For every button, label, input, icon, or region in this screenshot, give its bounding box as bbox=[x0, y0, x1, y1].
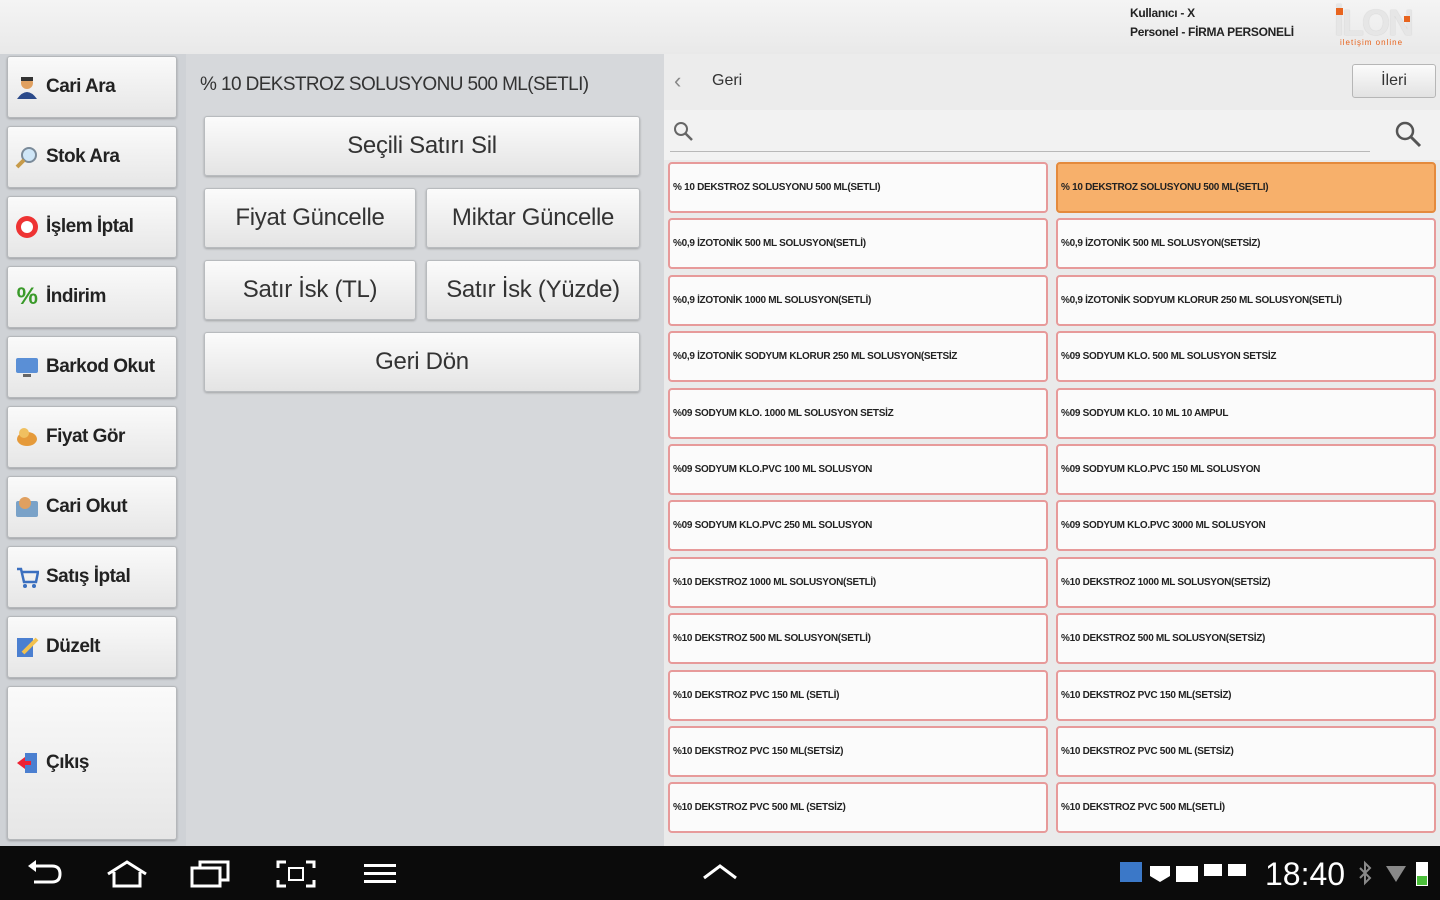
product-cell[interactable]: %09 SODYUM KLO.PVC 3000 ML SOLUSYON bbox=[1056, 500, 1436, 552]
percent-icon: % bbox=[16, 283, 38, 310]
product-cell[interactable]: %09 SODYUM KLO. 500 ML SOLUSYON SETSİZ bbox=[1056, 331, 1436, 383]
logo-text: İLON bbox=[1334, 2, 1414, 43]
system-clock: 18:40 bbox=[1265, 856, 1346, 892]
product-cell[interactable]: %10 DEKSTROZ PVC 500 ML (SETSİZ) bbox=[1056, 726, 1436, 777]
selected-product-title: % 10 DEKSTROZ SOLUSYONU 500 ML(SETLI) bbox=[200, 74, 589, 95]
wifi-icon bbox=[1384, 860, 1408, 893]
sidebar-item-label: Cari Ara bbox=[46, 76, 116, 97]
customer-scan-icon bbox=[14, 494, 40, 520]
product-cell[interactable]: %10 DEKSTROZ PVC 500 ML (SETSİZ) bbox=[668, 782, 1048, 834]
update-quantity-button[interactable]: Miktar Güncelle bbox=[426, 188, 640, 248]
search-bar bbox=[664, 110, 1440, 160]
sidebar-item-cari-ara[interactable]: Cari Ara bbox=[7, 56, 177, 118]
sidebar-item-label: Fiyat Gör bbox=[46, 426, 125, 447]
product-cell[interactable]: % 10 DEKSTROZ SOLUSYONU 500 ML(SETLI) bbox=[668, 162, 1048, 213]
product-cell[interactable]: %0,9 İZOTONİK 1000 ML SOLUSYON(SETLİ) bbox=[668, 274, 1048, 326]
edit-icon bbox=[14, 634, 40, 660]
logo-subtitle: iletişim online bbox=[1340, 38, 1404, 47]
sidebar: Cari Ara Stok Ara İşlem İptal % İndirim … bbox=[0, 54, 186, 846]
product-cell[interactable]: %0,9 İZOTONİK 500 ML SOLUSYON(SETLİ) bbox=[668, 218, 1048, 270]
product-cell[interactable]: %10 DEKSTROZ PVC 500 ML(SETLİ) bbox=[1056, 782, 1436, 834]
sidebar-item-label: Satış İptal bbox=[46, 566, 131, 587]
product-cell[interactable]: %10 DEKSTROZ 1000 ML SOLUSYON(SETLİ) bbox=[668, 556, 1048, 608]
product-cell[interactable]: %0,9 İZOTONİK 500 ML SOLUSYON(SETSİZ) bbox=[1056, 218, 1436, 270]
product-cell[interactable]: %10 DEKSTROZ PVC 150 ML(SETSİZ) bbox=[668, 726, 1048, 777]
system-navigation-bar: 18:40 bbox=[0, 846, 1440, 900]
product-cell[interactable]: %10 DEKSTROZ PVC 150 ML (SETLİ) bbox=[668, 669, 1048, 721]
back-link[interactable]: Geri bbox=[712, 72, 742, 90]
menu-icon[interactable] bbox=[362, 860, 398, 893]
go-back-button[interactable]: Geri Dön bbox=[204, 332, 640, 392]
line-actions-panel: % 10 DEKSTROZ SOLUSYONU 500 ML(SETLI) Se… bbox=[186, 54, 664, 846]
sidebar-item-label: İşlem İptal bbox=[46, 216, 134, 237]
sale-cancel-icon bbox=[14, 564, 40, 590]
magnifier-icon bbox=[14, 144, 40, 170]
row-discount-percent-button[interactable]: Satır İsk (Yüzde) bbox=[426, 260, 640, 320]
sidebar-item-indirim[interactable]: % İndirim bbox=[7, 266, 177, 328]
home-icon[interactable] bbox=[104, 860, 150, 893]
product-search-input[interactable] bbox=[670, 118, 1370, 152]
sidebar-item-label: Düzelt bbox=[46, 636, 101, 657]
sidebar-item-fiyat-gor[interactable]: Fiyat Gör bbox=[7, 406, 177, 468]
app-header: Kullanıcı - X Personel - FİRMA PERSONELİ… bbox=[0, 0, 1440, 54]
person-icon bbox=[14, 74, 40, 100]
product-cell[interactable]: %09 SODYUM KLO.PVC 100 ML SOLUSYON bbox=[668, 444, 1048, 495]
back-icon[interactable] bbox=[24, 860, 64, 893]
pager-bar: ‹ Geri İleri bbox=[664, 54, 1440, 110]
sidebar-item-label: Çıkış bbox=[46, 752, 89, 773]
sidebar-item-label: Barkod Okut bbox=[46, 356, 155, 377]
sidebar-item-duzelt[interactable]: Düzelt bbox=[7, 616, 177, 678]
logo-dot bbox=[1336, 8, 1343, 15]
sidebar-item-label: İndirim bbox=[46, 286, 106, 307]
cancel-icon bbox=[14, 214, 40, 240]
bluetooth-icon bbox=[1358, 860, 1372, 893]
brand-logo: İLON iletişim online bbox=[1334, 4, 1430, 48]
logo-dot bbox=[1404, 16, 1410, 22]
sidebar-item-cari-okut[interactable]: Cari Okut bbox=[7, 476, 177, 538]
product-cell[interactable]: % 10 DEKSTROZ SOLUSYONU 500 ML(SETLI) bbox=[1056, 162, 1436, 213]
product-cell[interactable]: %0,9 İZOTONİK SODYUM KLORUR 250 ML SOLUS… bbox=[668, 331, 1048, 383]
sidebar-item-islem-iptal[interactable]: İşlem İptal bbox=[7, 196, 177, 258]
battery-icon bbox=[1414, 860, 1430, 893]
staff-line: Personel - FİRMA PERSONELİ bbox=[1130, 25, 1294, 39]
screenshot-icon[interactable] bbox=[276, 860, 316, 893]
sidebar-item-cikis[interactable]: Çıkış bbox=[7, 686, 177, 840]
monitor-icon bbox=[14, 354, 40, 380]
product-cell[interactable]: %09 SODYUM KLO. 1000 ML SOLUSYON SETSİZ bbox=[668, 387, 1048, 439]
price-icon bbox=[14, 424, 40, 450]
product-cell[interactable]: %0,9 İZOTONİK SODYUM KLORUR 250 ML SOLUS… bbox=[1056, 274, 1436, 326]
search-button-icon[interactable] bbox=[1394, 120, 1422, 153]
recent-apps-icon[interactable] bbox=[190, 860, 230, 893]
delete-row-button[interactable]: Seçili Satırı Sil bbox=[204, 116, 640, 176]
sidebar-item-stok-ara[interactable]: Stok Ara bbox=[7, 126, 177, 188]
sidebar-item-label: Stok Ara bbox=[46, 146, 120, 167]
product-cell[interactable]: %09 SODYUM KLO.PVC 150 ML SOLUSYON bbox=[1056, 444, 1436, 495]
user-info: Kullanıcı - X Personel - FİRMA PERSONELİ bbox=[1130, 4, 1294, 42]
sidebar-item-label: Cari Okut bbox=[46, 496, 128, 517]
update-price-button[interactable]: Fiyat Güncelle bbox=[204, 188, 416, 248]
product-cell[interactable]: %10 DEKSTROZ 500 ML SOLUSYON(SETSİZ) bbox=[1056, 613, 1436, 665]
product-cell[interactable]: %10 DEKSTROZ 500 ML SOLUSYON(SETLİ) bbox=[668, 613, 1048, 665]
product-grid: % 10 DEKSTROZ SOLUSYONU 500 ML(SETLI)% 1… bbox=[668, 162, 1440, 846]
product-cell[interactable]: %10 DEKSTROZ 1000 ML SOLUSYON(SETSİZ) bbox=[1056, 556, 1436, 608]
exit-icon bbox=[14, 750, 40, 776]
next-button[interactable]: İleri bbox=[1352, 64, 1436, 98]
chevron-up-icon[interactable] bbox=[700, 860, 740, 889]
row-discount-tl-button[interactable]: Satır İsk (TL) bbox=[204, 260, 416, 320]
user-line: Kullanıcı - X bbox=[1130, 6, 1195, 20]
sidebar-item-satis-iptal[interactable]: Satış İptal bbox=[7, 546, 177, 608]
product-cell[interactable]: %09 SODYUM KLO.PVC 250 ML SOLUSYON bbox=[668, 500, 1048, 552]
product-cell[interactable]: %10 DEKSTROZ PVC 150 ML(SETSİZ) bbox=[1056, 669, 1436, 721]
sidebar-item-barkod-okut[interactable]: Barkod Okut bbox=[7, 336, 177, 398]
product-browser: ‹ Geri İleri % 10 DEKSTROZ SOLUSYONU 500… bbox=[664, 54, 1440, 846]
chevron-left-icon[interactable]: ‹ bbox=[674, 68, 681, 94]
product-cell[interactable]: %09 SODYUM KLO. 10 ML 10 AMPUL bbox=[1056, 387, 1436, 439]
notification-icons bbox=[1120, 860, 1256, 893]
